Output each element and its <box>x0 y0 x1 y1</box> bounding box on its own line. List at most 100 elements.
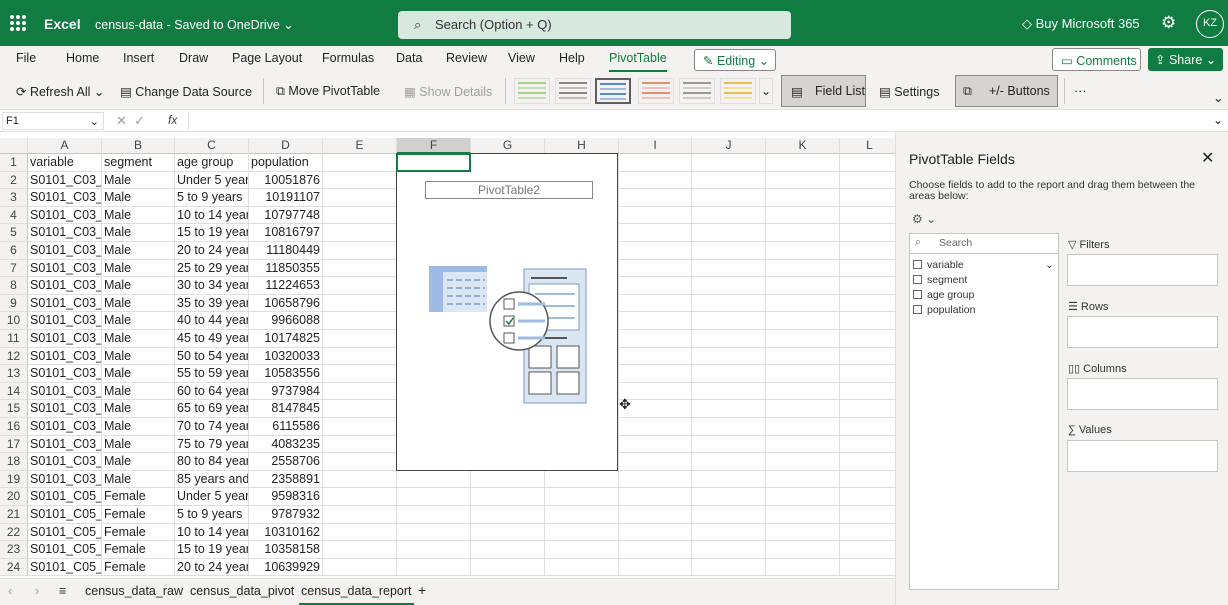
cancel-icon[interactable]: ✕ <box>116 113 127 128</box>
cell-k22[interactable] <box>766 523 840 542</box>
cell-d24[interactable]: 10639929 <box>249 558 323 577</box>
cell-d7[interactable]: 11850355 <box>249 259 323 278</box>
cell-c15[interactable]: 65 to 69 years <box>175 400 249 418</box>
cell-i11[interactable] <box>619 330 692 348</box>
document-title[interactable]: census-data - Saved to OneDrive ⌄ <box>95 17 294 32</box>
cell-d19[interactable]: 2358891 <box>249 470 323 489</box>
cell-j19[interactable] <box>692 470 766 489</box>
menu-file[interactable]: File <box>16 51 36 65</box>
cell-k21[interactable] <box>766 506 840 524</box>
cell-j24[interactable] <box>692 558 766 577</box>
cell-c18[interactable]: 80 to 84 years <box>175 453 249 471</box>
cell-e14[interactable] <box>323 382 397 401</box>
share-button[interactable]: ⇪ Share ⌄ <box>1148 48 1223 71</box>
cell-j1[interactable] <box>692 154 766 172</box>
cell-a1[interactable]: variable <box>28 154 102 172</box>
all-sheets-icon[interactable]: ≡ <box>59 584 66 598</box>
cell-d10[interactable]: 9966088 <box>249 312 323 330</box>
cell-k9[interactable] <box>766 294 840 313</box>
cell-i20[interactable] <box>619 488 692 506</box>
cell-d6[interactable]: 11180449 <box>249 242 323 260</box>
cell-a16[interactable]: S0101_C03_( <box>28 418 102 436</box>
cell-b13[interactable]: Male <box>102 365 175 383</box>
cell-b4[interactable]: Male <box>102 206 175 225</box>
cell-h23[interactable] <box>545 541 619 559</box>
refresh-all-button[interactable]: ⟳ Refresh All ⌄ <box>16 84 104 99</box>
cell-a11[interactable]: S0101_C03_( <box>28 330 102 348</box>
cell-k24[interactable] <box>766 558 840 577</box>
cell-e13[interactable] <box>323 365 397 383</box>
field-population[interactable]: population <box>913 304 975 316</box>
show-details-button[interactable]: ▦ Show Details <box>404 84 492 99</box>
cell-k3[interactable] <box>766 189 840 207</box>
cell-l10[interactable] <box>840 312 895 330</box>
cell-i6[interactable] <box>619 242 692 260</box>
cell-j6[interactable] <box>692 242 766 260</box>
cell-i16[interactable] <box>619 418 692 436</box>
cell-e22[interactable] <box>323 523 397 542</box>
pivot-style-4[interactable] <box>638 78 674 104</box>
cell-i12[interactable] <box>619 347 692 366</box>
cell-l23[interactable] <box>840 541 895 559</box>
cell-d1[interactable]: population <box>249 154 323 172</box>
cell-k23[interactable] <box>766 541 840 559</box>
row-header-6[interactable]: 6 <box>0 242 28 260</box>
cell-d4[interactable]: 10797748 <box>249 206 323 225</box>
column-header-a[interactable]: A <box>28 138 102 154</box>
cell-b24[interactable]: Female <box>102 558 175 577</box>
cell-k13[interactable] <box>766 365 840 383</box>
cell-k2[interactable] <box>766 171 840 190</box>
select-all-corner[interactable] <box>0 138 28 154</box>
cell-e6[interactable] <box>323 242 397 260</box>
cell-c10[interactable]: 40 to 44 years <box>175 312 249 330</box>
cell-c2[interactable]: Under 5 years <box>175 171 249 190</box>
more-options-button[interactable]: ··· <box>1074 84 1087 98</box>
cell-c5[interactable]: 15 to 19 years <box>175 224 249 242</box>
pivot-style-6[interactable] <box>720 78 756 104</box>
cell-f22[interactable] <box>397 523 471 542</box>
column-header-h[interactable]: H <box>545 138 619 154</box>
active-cell-f1[interactable] <box>396 153 471 172</box>
cell-l12[interactable] <box>840 348 895 366</box>
cell-e19[interactable] <box>323 470 397 489</box>
cell-d2[interactable]: 10051876 <box>249 171 323 190</box>
cell-a3[interactable]: S0101_C03_( <box>28 189 102 207</box>
row-header-24[interactable]: 24 <box>0 558 28 577</box>
cell-i9[interactable] <box>619 294 692 313</box>
cell-a24[interactable]: S0101_C05_( <box>28 558 102 577</box>
cell-g24[interactable] <box>471 558 545 577</box>
cell-l9[interactable] <box>840 295 895 313</box>
row-header-8[interactable]: 8 <box>0 277 28 295</box>
add-sheet-button[interactable]: + <box>418 582 426 598</box>
cell-d17[interactable]: 4083235 <box>249 435 323 454</box>
cell-e17[interactable] <box>323 435 397 454</box>
cell-j9[interactable] <box>692 294 766 313</box>
cell-b11[interactable]: Male <box>102 330 175 348</box>
checkbox[interactable] <box>913 305 922 314</box>
app-launcher-icon[interactable] <box>10 15 26 31</box>
cell-j14[interactable] <box>692 382 766 401</box>
column-header-c[interactable]: C <box>175 138 249 154</box>
cell-i1[interactable] <box>619 154 692 172</box>
cell-b18[interactable]: Male <box>102 453 175 471</box>
buy-microsoft-365-link[interactable]: ◇ Buy Microsoft 365 <box>1022 16 1140 32</box>
row-header-5[interactable]: 5 <box>0 224 28 242</box>
cell-a18[interactable]: S0101_C03_( <box>28 453 102 471</box>
collapse-ribbon-icon[interactable]: ⌄ <box>1213 90 1223 105</box>
cell-h20[interactable] <box>545 488 619 506</box>
cell-i24[interactable] <box>619 558 692 577</box>
cell-l24[interactable] <box>840 559 895 577</box>
cell-a21[interactable]: S0101_C05_( <box>28 506 102 524</box>
cell-l5[interactable] <box>840 224 895 242</box>
cell-c21[interactable]: 5 to 9 years <box>175 506 249 524</box>
cell-k17[interactable] <box>766 435 840 454</box>
cell-a8[interactable]: S0101_C03_( <box>28 277 102 295</box>
cell-a4[interactable]: S0101_C03_( <box>28 206 102 225</box>
pivot-style-1[interactable] <box>514 78 550 104</box>
column-header-d[interactable]: D <box>249 138 323 154</box>
cell-b1[interactable]: segment <box>102 154 175 172</box>
cell-k18[interactable] <box>766 453 840 471</box>
cell-b5[interactable]: Male <box>102 224 175 242</box>
cell-j10[interactable] <box>692 312 766 330</box>
cell-e1[interactable] <box>323 154 397 172</box>
